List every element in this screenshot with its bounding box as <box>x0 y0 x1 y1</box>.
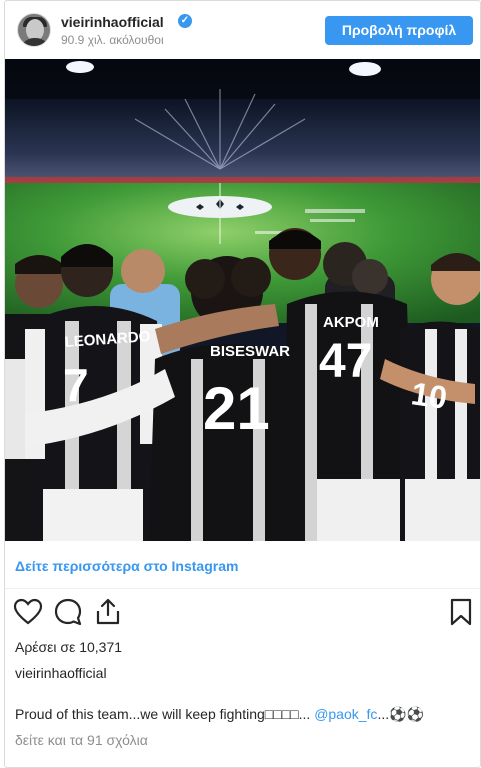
jersey-number-10: 10 <box>409 375 449 416</box>
divider <box>5 588 480 589</box>
jersey-name-biseswar: BISESWAR <box>210 343 290 360</box>
followers-count: 90.9 χιλ. ακόλουθοι <box>61 33 164 47</box>
jersey-number-7: 7 <box>63 359 89 411</box>
comment-icon[interactable] <box>53 597 83 627</box>
verified-badge-icon: ✓ <box>178 14 192 28</box>
view-profile-button[interactable]: Προβολή προφίλ <box>325 16 473 45</box>
caption-username[interactable]: vieirinhaofficial <box>15 665 107 681</box>
instagram-embed: vieirinhaofficial ✓ 90.9 χιλ. ακόλουθοι … <box>4 0 481 768</box>
view-comments-link[interactable]: δείτε και τα 91 σχόλια <box>15 732 148 748</box>
jersey-name-akpom: AKPOM <box>323 314 379 331</box>
mention-link[interactable]: @paok_fc <box>314 706 377 722</box>
action-bar <box>5 593 480 633</box>
post-photo[interactable]: LEONARDO 7 BISESWAR 21 AKPOM 47 10 <box>5 59 480 541</box>
bookmark-icon[interactable] <box>446 597 476 627</box>
caption-text: Proud of this team...we will keep fighti… <box>15 706 424 723</box>
caption-body: Proud of this team...we will keep fighti… <box>15 706 315 722</box>
heart-icon[interactable] <box>13 597 43 627</box>
avatar[interactable] <box>17 13 51 47</box>
jersey-number-21: 21 <box>203 375 270 442</box>
caption-suffix: ...⚽⚽ <box>377 706 424 722</box>
post-header: vieirinhaofficial ✓ 90.9 χιλ. ακόλουθοι … <box>5 1 480 59</box>
jersey-number-47: 47 <box>319 335 372 388</box>
view-more-instagram-link[interactable]: Δείτε περισσότερα στο Instagram <box>15 558 238 574</box>
username[interactable]: vieirinhaofficial <box>61 14 164 30</box>
likes-count[interactable]: Αρέσει σε 10,371 <box>15 639 122 655</box>
share-icon[interactable] <box>93 597 123 627</box>
